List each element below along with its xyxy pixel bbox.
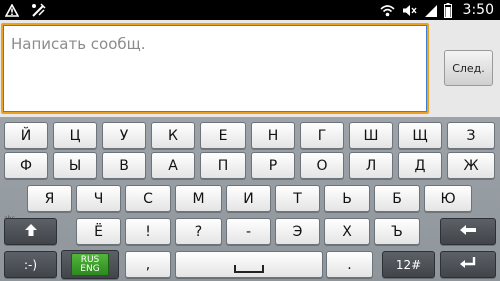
key-row1-2[interactable]: Ц (53, 122, 97, 149)
shift-arrow-icon (24, 223, 38, 241)
key-row3-6[interactable]: Т (275, 185, 320, 212)
key-row4-3[interactable]: ? (175, 218, 222, 245)
comma-key[interactable]: , (125, 251, 171, 278)
key-row2-10[interactable]: Ж (447, 152, 495, 179)
usb-debug-icon (30, 2, 46, 18)
enter-key[interactable] (440, 251, 496, 278)
key-row1-5[interactable]: Е (200, 122, 246, 149)
backspace-key[interactable] (440, 218, 496, 245)
language-badge: RUS ENG (71, 253, 109, 276)
key-row2-7[interactable]: О (300, 152, 344, 179)
key-row1-4[interactable]: К (151, 122, 195, 149)
key-row4-7[interactable]: Ъ (374, 218, 420, 245)
key-row3-8[interactable]: Б (374, 185, 420, 212)
next-button[interactable]: След. (444, 50, 493, 86)
battery-icon (443, 2, 453, 18)
key-row1-7[interactable]: Г (300, 122, 344, 149)
key-row2-5[interactable]: П (200, 152, 246, 179)
key-row3-3[interactable]: С (125, 185, 171, 212)
key-row1-10[interactable]: З (447, 122, 495, 149)
key-row4-5[interactable]: Э (275, 218, 320, 245)
status-time: 3:50 (462, 2, 494, 18)
mute-icon (401, 2, 417, 18)
space-icon (234, 264, 264, 273)
key-row4-6[interactable]: Х (324, 218, 370, 245)
screen: 3:50 След. Й Ц У К Е Н Г Ш Щ З Ф Ы В А П… (0, 0, 500, 281)
key-row1-1[interactable]: Й (4, 122, 48, 149)
key-row1-6[interactable]: Н (251, 122, 295, 149)
key-row3-1[interactable]: Я (27, 185, 72, 212)
key-row1-3[interactable]: У (102, 122, 146, 149)
key-row2-3[interactable]: В (102, 152, 146, 179)
period-key[interactable]: . (326, 251, 373, 278)
key-row2-4[interactable]: А (151, 152, 195, 179)
key-row4-1[interactable]: Ё (76, 218, 121, 245)
key-row2-1[interactable]: Ф (4, 152, 48, 179)
language-key[interactable]: RUS ENG (61, 250, 119, 279)
warning-icon (4, 2, 20, 18)
key-row2-6[interactable]: Р (251, 152, 295, 179)
compose-area: След. (0, 20, 500, 117)
shift-key[interactable] (4, 218, 57, 245)
space-key[interactable] (175, 251, 323, 278)
key-row2-8[interactable]: Л (349, 152, 393, 179)
key-row4-4[interactable]: - (226, 218, 271, 245)
message-input[interactable] (1, 23, 429, 114)
keyboard: Й Ц У К Е Н Г Ш Щ З Ф Ы В А П Р О Л Д Ж … (0, 117, 500, 281)
key-row4-2[interactable]: ! (125, 218, 171, 245)
key-row3-5[interactable]: И (226, 185, 271, 212)
symbols-key[interactable]: 12# (382, 251, 435, 278)
key-row1-8[interactable]: Ш (349, 122, 393, 149)
key-row2-2[interactable]: Ы (53, 152, 97, 179)
key-row3-7[interactable]: Ь (324, 185, 370, 212)
key-row3-4[interactable]: М (175, 185, 222, 212)
key-row3-9[interactable]: Ю (424, 185, 472, 212)
signal-icon (424, 2, 438, 18)
key-row1-9[interactable]: Щ (398, 122, 442, 149)
language-secondary: ENG (80, 263, 100, 274)
wifi-icon (379, 2, 395, 18)
enter-icon (459, 256, 477, 274)
key-row3-2[interactable]: Ч (76, 185, 121, 212)
status-bar: 3:50 (0, 0, 500, 20)
key-row2-9[interactable]: Д (398, 152, 442, 179)
backspace-icon (459, 224, 477, 240)
smiley-key[interactable]: :-) (4, 251, 57, 278)
